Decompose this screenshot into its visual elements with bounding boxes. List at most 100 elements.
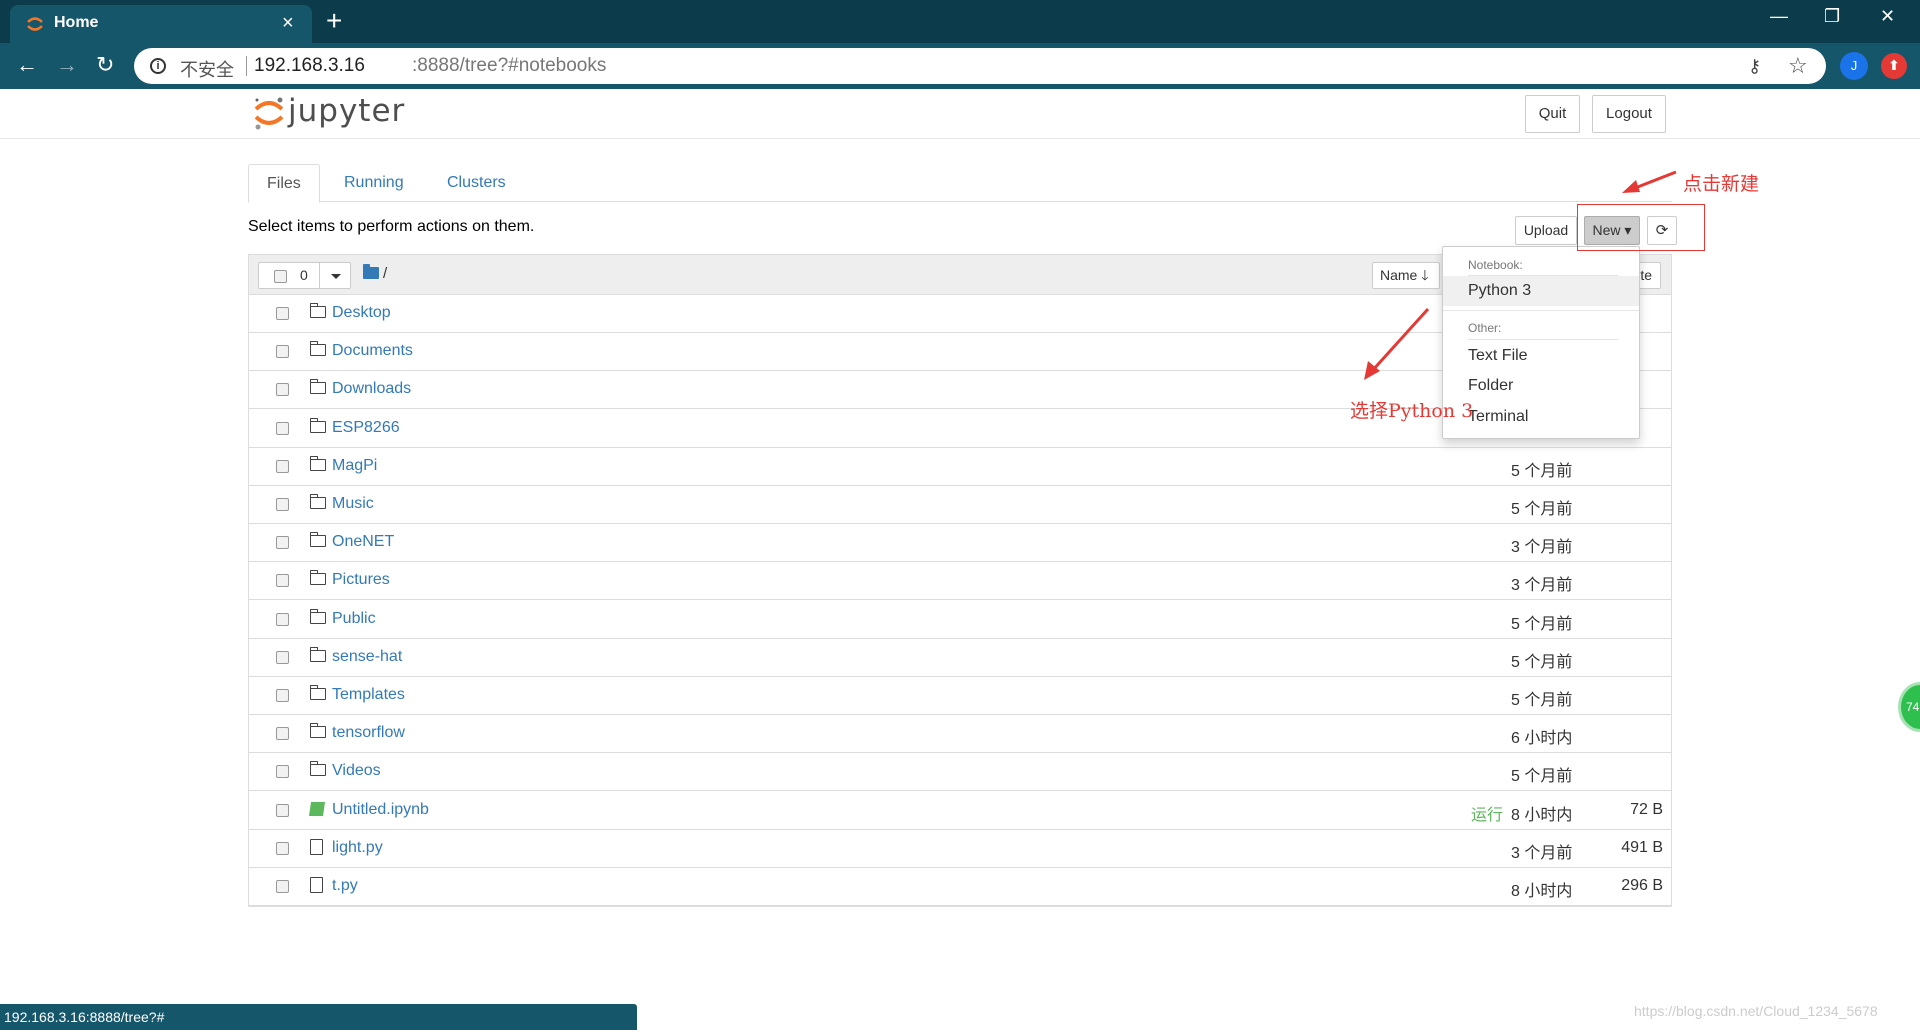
row-checkbox[interactable] — [276, 689, 289, 702]
extension-icon[interactable]: ⬆ — [1881, 53, 1907, 79]
tab-close-icon[interactable]: × — [282, 12, 294, 35]
file-row[interactable]: Public 5 个月前 — [249, 601, 1671, 639]
file-name-link[interactable]: Pictures — [332, 571, 390, 589]
file-row[interactable]: MagPi 5 个月前 — [249, 448, 1671, 486]
last-modified: 5 个月前 — [1511, 653, 1573, 671]
quit-button[interactable]: Quit — [1525, 95, 1580, 133]
tab-title: Home — [54, 14, 99, 31]
key-icon[interactable]: ⚷ — [1748, 56, 1761, 77]
row-checkbox[interactable] — [276, 345, 289, 359]
row-checkbox[interactable] — [276, 612, 289, 626]
folder-icon — [309, 303, 326, 318]
tab-files[interactable]: Files — [248, 164, 320, 203]
reload-icon[interactable]: ↻ — [96, 52, 114, 78]
breadcrumb-root[interactable]: / — [383, 265, 387, 282]
file-name-link[interactable]: Documents — [332, 342, 413, 360]
row-checkbox[interactable] — [276, 536, 289, 550]
logout-button[interactable]: Logout — [1592, 95, 1666, 133]
menu-item-text-file[interactable]: Text File — [1443, 341, 1639, 371]
file-row[interactable]: Music 5 个月前 — [249, 486, 1671, 524]
jupyter-logo-text[interactable]: jupyter — [288, 93, 405, 129]
row-checkbox[interactable] — [276, 765, 289, 779]
jupyter-header: jupyter Quit Logout — [0, 89, 1920, 139]
folder-icon — [309, 494, 326, 509]
sort-by-name-button[interactable]: Name 🡓 — [1372, 262, 1440, 289]
caret-down-icon — [331, 274, 341, 279]
forward-icon[interactable]: → — [56, 52, 78, 78]
folder-icon — [309, 455, 326, 471]
file-row[interactable]: light.py 3 个月前 491 B — [249, 830, 1671, 868]
file-name-link[interactable]: Music — [332, 495, 374, 513]
select-all-checkbox[interactable] — [274, 270, 287, 283]
site-info-icon[interactable]: i — [150, 58, 166, 74]
running-indicator: 运行 — [1471, 806, 1504, 824]
bookmark-star-icon[interactable]: ☆ — [1788, 53, 1808, 79]
file-name-link[interactable]: t.py — [332, 877, 358, 895]
file-row[interactable]: t.py 8 小时内 296 B — [249, 868, 1671, 906]
browser-toolbar: ← → ↻ i 不安全 192.168.3.16 :8888/tree?#not… — [0, 43, 1920, 89]
row-checkbox[interactable] — [276, 803, 289, 817]
file-name-link[interactable]: light.py — [332, 839, 383, 857]
annotation-select-python: 选择Python 3 — [1350, 400, 1474, 422]
file-name-link[interactable]: OneNET — [332, 533, 394, 551]
restore-icon[interactable]: ❐ — [1824, 6, 1840, 27]
file-name-link[interactable]: Videos — [332, 762, 381, 780]
upload-button[interactable]: Upload — [1515, 216, 1577, 245]
folder-icon — [309, 723, 326, 739]
row-checkbox[interactable] — [276, 574, 289, 588]
row-checkbox[interactable] — [276, 841, 289, 855]
row-checkbox[interactable] — [276, 498, 289, 511]
omnibox-separator — [246, 56, 247, 76]
file-name-link[interactable]: Desktop — [332, 304, 391, 322]
row-checkbox[interactable] — [276, 650, 289, 664]
file-name-link[interactable]: MagPi — [332, 457, 377, 475]
file-row[interactable]: tensorflow 6 小时内 — [249, 715, 1671, 754]
last-modified: 5 个月前 — [1511, 501, 1573, 518]
back-icon[interactable]: ← — [16, 52, 38, 78]
folder-icon — [309, 646, 326, 662]
menu-item-python3[interactable]: Python 3 — [1443, 276, 1639, 306]
file-name-link[interactable]: ESP8266 — [332, 419, 400, 437]
file-name-link[interactable]: Untitled.ipynb — [332, 801, 429, 819]
file-name-link[interactable]: sense-hat — [332, 648, 402, 666]
tab-running[interactable]: Running — [326, 164, 422, 202]
address-bar[interactable]: i 不安全 192.168.3.16 :8888/tree?#notebooks… — [134, 48, 1826, 84]
file-name-link[interactable]: Downloads — [332, 380, 411, 398]
file-row[interactable]: sense-hat 5 个月前 — [249, 639, 1671, 677]
watermark: https://blog.csdn.net/Cloud_1234_5678 — [1634, 1003, 1878, 1019]
minimize-icon[interactable]: — — [1770, 6, 1788, 27]
row-checkbox[interactable] — [276, 383, 289, 397]
file-icon — [310, 877, 323, 893]
selection-hint: Select items to perform actions on them. — [248, 218, 535, 235]
file-row[interactable]: Pictures 3 个月前 — [249, 562, 1671, 601]
select-menu-toggle[interactable] — [319, 263, 350, 288]
file-row[interactable]: OneNET 3 个月前 — [249, 524, 1671, 563]
file-row[interactable]: Untitled.ipynb 运行 8 小时内 72 B — [249, 792, 1671, 830]
side-float-badge[interactable]: 74 — [1898, 682, 1920, 732]
annotation-arrow-new — [1622, 170, 1677, 193]
file-name-link[interactable]: Templates — [332, 686, 405, 704]
folder-root-icon[interactable] — [363, 264, 379, 279]
other-header: Other: — [1468, 321, 1502, 335]
annotation-click-new: 点击新建 — [1683, 173, 1760, 195]
folder-icon — [309, 379, 326, 395]
browser-tab-home[interactable]: Home × — [10, 5, 312, 43]
window-close-icon[interactable]: ✕ — [1880, 6, 1895, 27]
folder-icon — [309, 685, 326, 700]
row-checkbox[interactable] — [276, 880, 289, 893]
file-name-link[interactable]: tensorflow — [332, 724, 405, 742]
notebook-icon — [309, 801, 325, 816]
file-row[interactable]: Templates 5 个月前 — [249, 677, 1671, 715]
row-checkbox[interactable] — [276, 421, 289, 435]
select-all-group[interactable]: 0 — [258, 262, 351, 289]
jupyter-logo-icon[interactable] — [252, 95, 286, 131]
file-row[interactable]: Videos 5 个月前 — [249, 753, 1671, 792]
file-icon — [310, 838, 323, 855]
file-name-link[interactable]: Public — [332, 610, 376, 628]
tab-clusters[interactable]: Clusters — [429, 164, 524, 202]
new-tab-button[interactable]: + — [326, 5, 342, 37]
row-checkbox[interactable] — [276, 727, 289, 741]
profile-avatar[interactable]: J — [1840, 52, 1868, 80]
row-checkbox[interactable] — [276, 307, 289, 320]
row-checkbox[interactable] — [276, 459, 289, 473]
